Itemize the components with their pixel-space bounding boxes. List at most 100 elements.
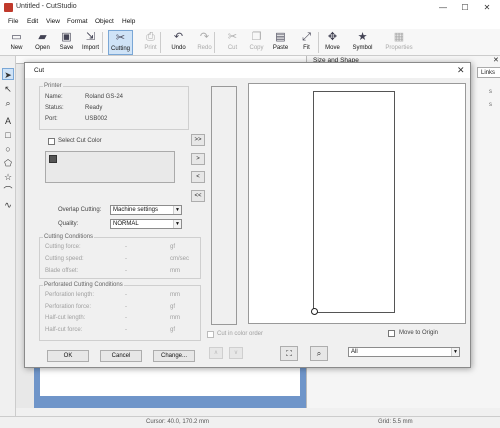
cut-color-list[interactable] <box>45 151 175 183</box>
cutstudio-logo-icon <box>4 3 13 12</box>
remove-all-button[interactable]: << <box>191 190 205 202</box>
copy-button[interactable]: ❐ Copy <box>244 30 269 55</box>
overlap-cutting-select[interactable]: Machine settings ▼ <box>110 205 182 215</box>
toolbar-separator <box>318 32 319 53</box>
move-to-origin-checkbox[interactable] <box>388 330 395 337</box>
open-icon: ▰ <box>38 31 47 43</box>
origin-icon <box>311 308 318 315</box>
cut-label: Cut <box>227 45 238 51</box>
move-icon: ✥ <box>327 31 338 43</box>
panel-item: s <box>489 102 492 108</box>
perforated-row-unit: mm <box>170 315 180 321</box>
paste-button[interactable]: ▤ Paste <box>268 30 293 55</box>
chevron-down-icon: ▼ <box>173 220 181 228</box>
menu-edit[interactable]: Edit <box>27 18 38 25</box>
menu-object[interactable]: Object <box>95 18 114 25</box>
add-button[interactable]: > <box>191 153 205 165</box>
fit-view-icon[interactable]: ⛶ <box>280 346 298 361</box>
conditions-row-unit: mm <box>170 268 180 274</box>
cutting-icon: ✂ <box>115 32 126 44</box>
tab-links[interactable]: Links <box>477 67 500 78</box>
new-icon: ▭ <box>11 31 22 43</box>
save-button[interactable]: ▣ Save <box>54 30 79 55</box>
undo-icon: ↶ <box>173 31 184 43</box>
new-button[interactable]: ▭ New <box>4 30 29 55</box>
select-cut-color-checkbox[interactable] <box>48 138 55 145</box>
tool-palette: ➤ ↖ ⌕ A □ ○ ⬠ ☆ ⌒ ∿ <box>0 56 16 416</box>
perforated-row-label: Perforation force: <box>45 303 92 310</box>
conditions-row-label: Cutting force: <box>45 244 81 250</box>
open-label: Open <box>35 45 50 51</box>
perforated-row-value: - <box>125 315 127 321</box>
cutting-button[interactable]: ✂ Cutting <box>108 30 133 55</box>
chevron-down-icon: ▼ <box>451 348 459 356</box>
new-label: New <box>10 45 23 51</box>
printer-name-value: Roland GS-24 <box>85 94 124 100</box>
minimize-button[interactable]: — <box>436 2 450 13</box>
cutting-conditions-legend: Cutting Conditions <box>43 234 95 240</box>
perforated-row-label: Half-cut force: <box>45 326 83 333</box>
scroll-down-button[interactable]: ∨ <box>229 347 243 359</box>
perforated-row-value: - <box>125 292 127 298</box>
toolbar-separator <box>214 32 215 53</box>
scroll-up-button[interactable]: ∧ <box>209 347 223 359</box>
paste-label: Paste <box>272 45 289 51</box>
printer-name-label: Name: <box>45 94 63 100</box>
add-all-button[interactable]: >> <box>191 134 205 146</box>
move-button[interactable]: ✥ Move <box>320 30 345 55</box>
menu-bar: File Edit View Format Object Help <box>0 16 500 29</box>
properties-icon: ▦ <box>393 31 405 43</box>
cut-icon: ✂ <box>227 31 238 43</box>
preview-list[interactable] <box>211 86 237 325</box>
panel-close-button[interactable]: ✕ <box>493 56 499 64</box>
quality-select[interactable]: NORMAL ▼ <box>110 219 182 229</box>
menu-format[interactable]: Format <box>67 18 88 25</box>
cursor-position: Cursor: 40.0, 170.2 mm <box>146 419 210 425</box>
select-arrow-icon[interactable]: ➤ <box>2 68 14 80</box>
perforated-row-value: - <box>125 303 127 310</box>
ok-button[interactable]: OK <box>47 350 89 362</box>
rectangle-tool-icon[interactable]: □ <box>2 129 14 141</box>
open-button[interactable]: ▰ Open <box>30 30 55 55</box>
close-window-button[interactable]: ✕ <box>480 2 494 13</box>
conditions-row-label: Blade offset: <box>45 268 79 274</box>
symbol-button[interactable]: ★ Symbol <box>350 30 375 55</box>
properties-button[interactable]: ▦ Properties <box>382 30 416 55</box>
cut-in-color-order-checkbox[interactable] <box>207 331 214 338</box>
toolbar: ▭ New ▰ Open ▣ Save ⇲ Import ✂ Cutting ⎙ Print ↶ Undo… <box>0 29 500 56</box>
perforated-row-label: Perforation length: <box>45 292 95 298</box>
menu-view[interactable]: View <box>46 18 60 25</box>
quality-value: NORMAL <box>113 221 139 227</box>
fit-label: Fit <box>303 45 310 51</box>
node-edit-icon[interactable]: ↖ <box>2 83 14 95</box>
cut-button[interactable]: ✂ Cut <box>220 30 245 55</box>
import-label: Import <box>81 45 99 51</box>
cut-color-swatch[interactable] <box>49 155 57 163</box>
remove-button[interactable]: < <box>191 171 205 183</box>
change-button[interactable]: Change... <box>153 350 195 362</box>
save-icon: ▣ <box>61 31 72 43</box>
line-tool-icon[interactable]: ⌒ <box>2 185 14 197</box>
dialog-close-button[interactable]: ✕ <box>457 65 465 76</box>
zoom-preview-icon[interactable]: ⌕ <box>310 346 328 361</box>
conditions-row-unit: gf <box>170 244 176 250</box>
symbol-icon: ★ <box>357 31 368 43</box>
zoom-icon[interactable]: ⌕ <box>2 97 14 109</box>
import-button[interactable]: ⇲ Import <box>78 30 103 55</box>
fit-button[interactable]: ⤢ Fit <box>294 30 319 55</box>
maximize-button[interactable]: ☐ <box>458 2 472 13</box>
view-select-value: All <box>351 349 358 355</box>
conditions-row-unit: cm/sec <box>170 256 190 262</box>
view-select[interactable]: All ▼ <box>348 347 460 357</box>
title-bar: Untitled - CutStudio — ☐ ✕ <box>0 0 500 16</box>
cancel-button[interactable]: Cancel <box>100 350 142 362</box>
menu-file[interactable]: File <box>8 18 18 25</box>
menu-help[interactable]: Help <box>122 18 135 25</box>
text-tool-icon[interactable]: A <box>2 115 14 127</box>
curve-tool-icon[interactable]: ∿ <box>2 199 14 211</box>
star-tool-icon[interactable]: ☆ <box>2 171 14 183</box>
undo-button[interactable]: ↶ Undo <box>166 30 191 55</box>
polygon-tool-icon[interactable]: ⬠ <box>2 157 14 169</box>
cut-preview[interactable] <box>248 83 466 324</box>
ellipse-tool-icon[interactable]: ○ <box>2 143 14 155</box>
